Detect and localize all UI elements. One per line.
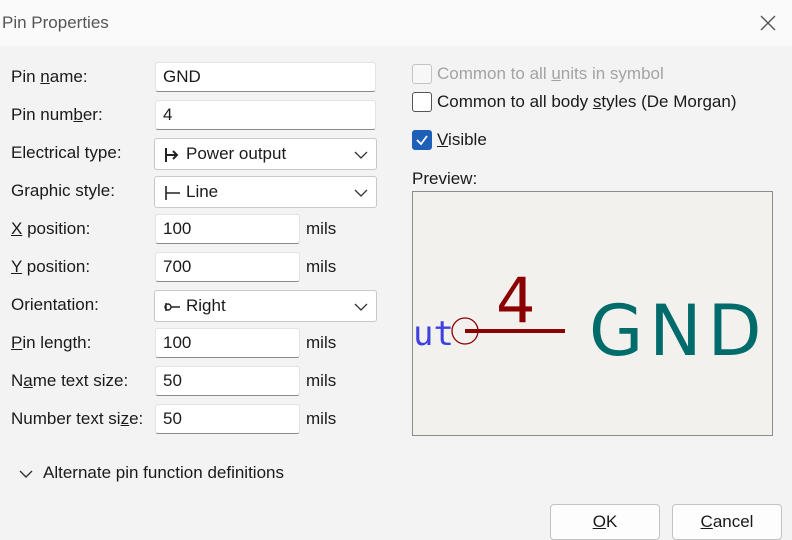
close-button[interactable] <box>750 6 786 40</box>
x-position-label: X position: <box>11 219 91 238</box>
preview-partial-label: ut <box>413 314 454 354</box>
orientation-select[interactable]: Right <box>154 290 377 322</box>
name-text-size-label: Name text size: <box>11 371 129 390</box>
chevron-down-icon <box>354 189 368 197</box>
visible-label: Visible <box>437 130 487 149</box>
name-text-size-unit: mils <box>306 371 337 390</box>
electrical-type-select[interactable]: Power output <box>154 138 377 170</box>
x-position-unit: mils <box>306 219 337 238</box>
common-body-label: Common to all body styles (De Morgan) <box>437 92 737 111</box>
preview-label: Preview: <box>412 169 478 188</box>
window-title: Pin Properties <box>2 13 109 32</box>
pin-length-input[interactable]: 100 <box>155 328 300 358</box>
pin-name-input[interactable]: GND <box>155 62 376 92</box>
pin-name-label: Pin name: <box>11 67 88 86</box>
orientation-right-icon <box>164 303 180 311</box>
chevron-down-icon <box>354 303 368 311</box>
chevron-down-icon <box>19 470 33 478</box>
number-text-size-label: Number text size: <box>11 409 144 428</box>
x-position-input[interactable]: 100 <box>155 214 300 244</box>
graphic-style-label: Graphic style: <box>11 181 115 200</box>
orientation-value: Right <box>186 296 226 315</box>
line-style-icon <box>165 186 180 200</box>
electrical-type-label: Electrical type: <box>11 143 122 162</box>
graphic-style-select[interactable]: Line <box>154 176 377 208</box>
pin-length-label: Pin length: <box>11 333 92 352</box>
pin-number-input[interactable]: 4 <box>155 100 376 130</box>
common-units-checkbox[interactable] <box>412 64 432 84</box>
electrical-type-value: Power output <box>186 144 287 163</box>
pin-number-label: Pin number: <box>11 105 103 124</box>
orientation-label: Orientation: <box>11 295 99 314</box>
power-output-icon <box>165 148 179 162</box>
chevron-down-icon <box>354 151 368 159</box>
y-position-unit: mils <box>306 257 337 276</box>
pin-length-unit: mils <box>306 333 337 352</box>
checkmark-icon <box>416 135 428 146</box>
graphic-style-value: Line <box>186 182 219 201</box>
preview-canvas: ut 4 GND <box>412 191 773 436</box>
common-body-checkbox[interactable] <box>412 92 432 112</box>
y-position-label: Y position: <box>11 257 91 276</box>
visible-checkbox[interactable] <box>412 130 432 150</box>
title-bar: Pin Properties <box>0 0 792 46</box>
pin-preview-drawing: ut 4 GND <box>413 264 768 372</box>
preview-pin-number: 4 <box>496 264 535 337</box>
preview-pin-name: GND <box>589 290 768 372</box>
number-text-size-unit: mils <box>306 409 337 428</box>
number-text-size-input[interactable]: 50 <box>155 404 300 434</box>
close-icon <box>760 15 776 31</box>
common-units-label: Common to all units in symbol <box>437 64 664 83</box>
alternate-pin-functions-label: Alternate pin function definitions <box>43 463 284 482</box>
name-text-size-input[interactable]: 50 <box>155 366 300 396</box>
y-position-input[interactable]: 700 <box>155 252 300 282</box>
